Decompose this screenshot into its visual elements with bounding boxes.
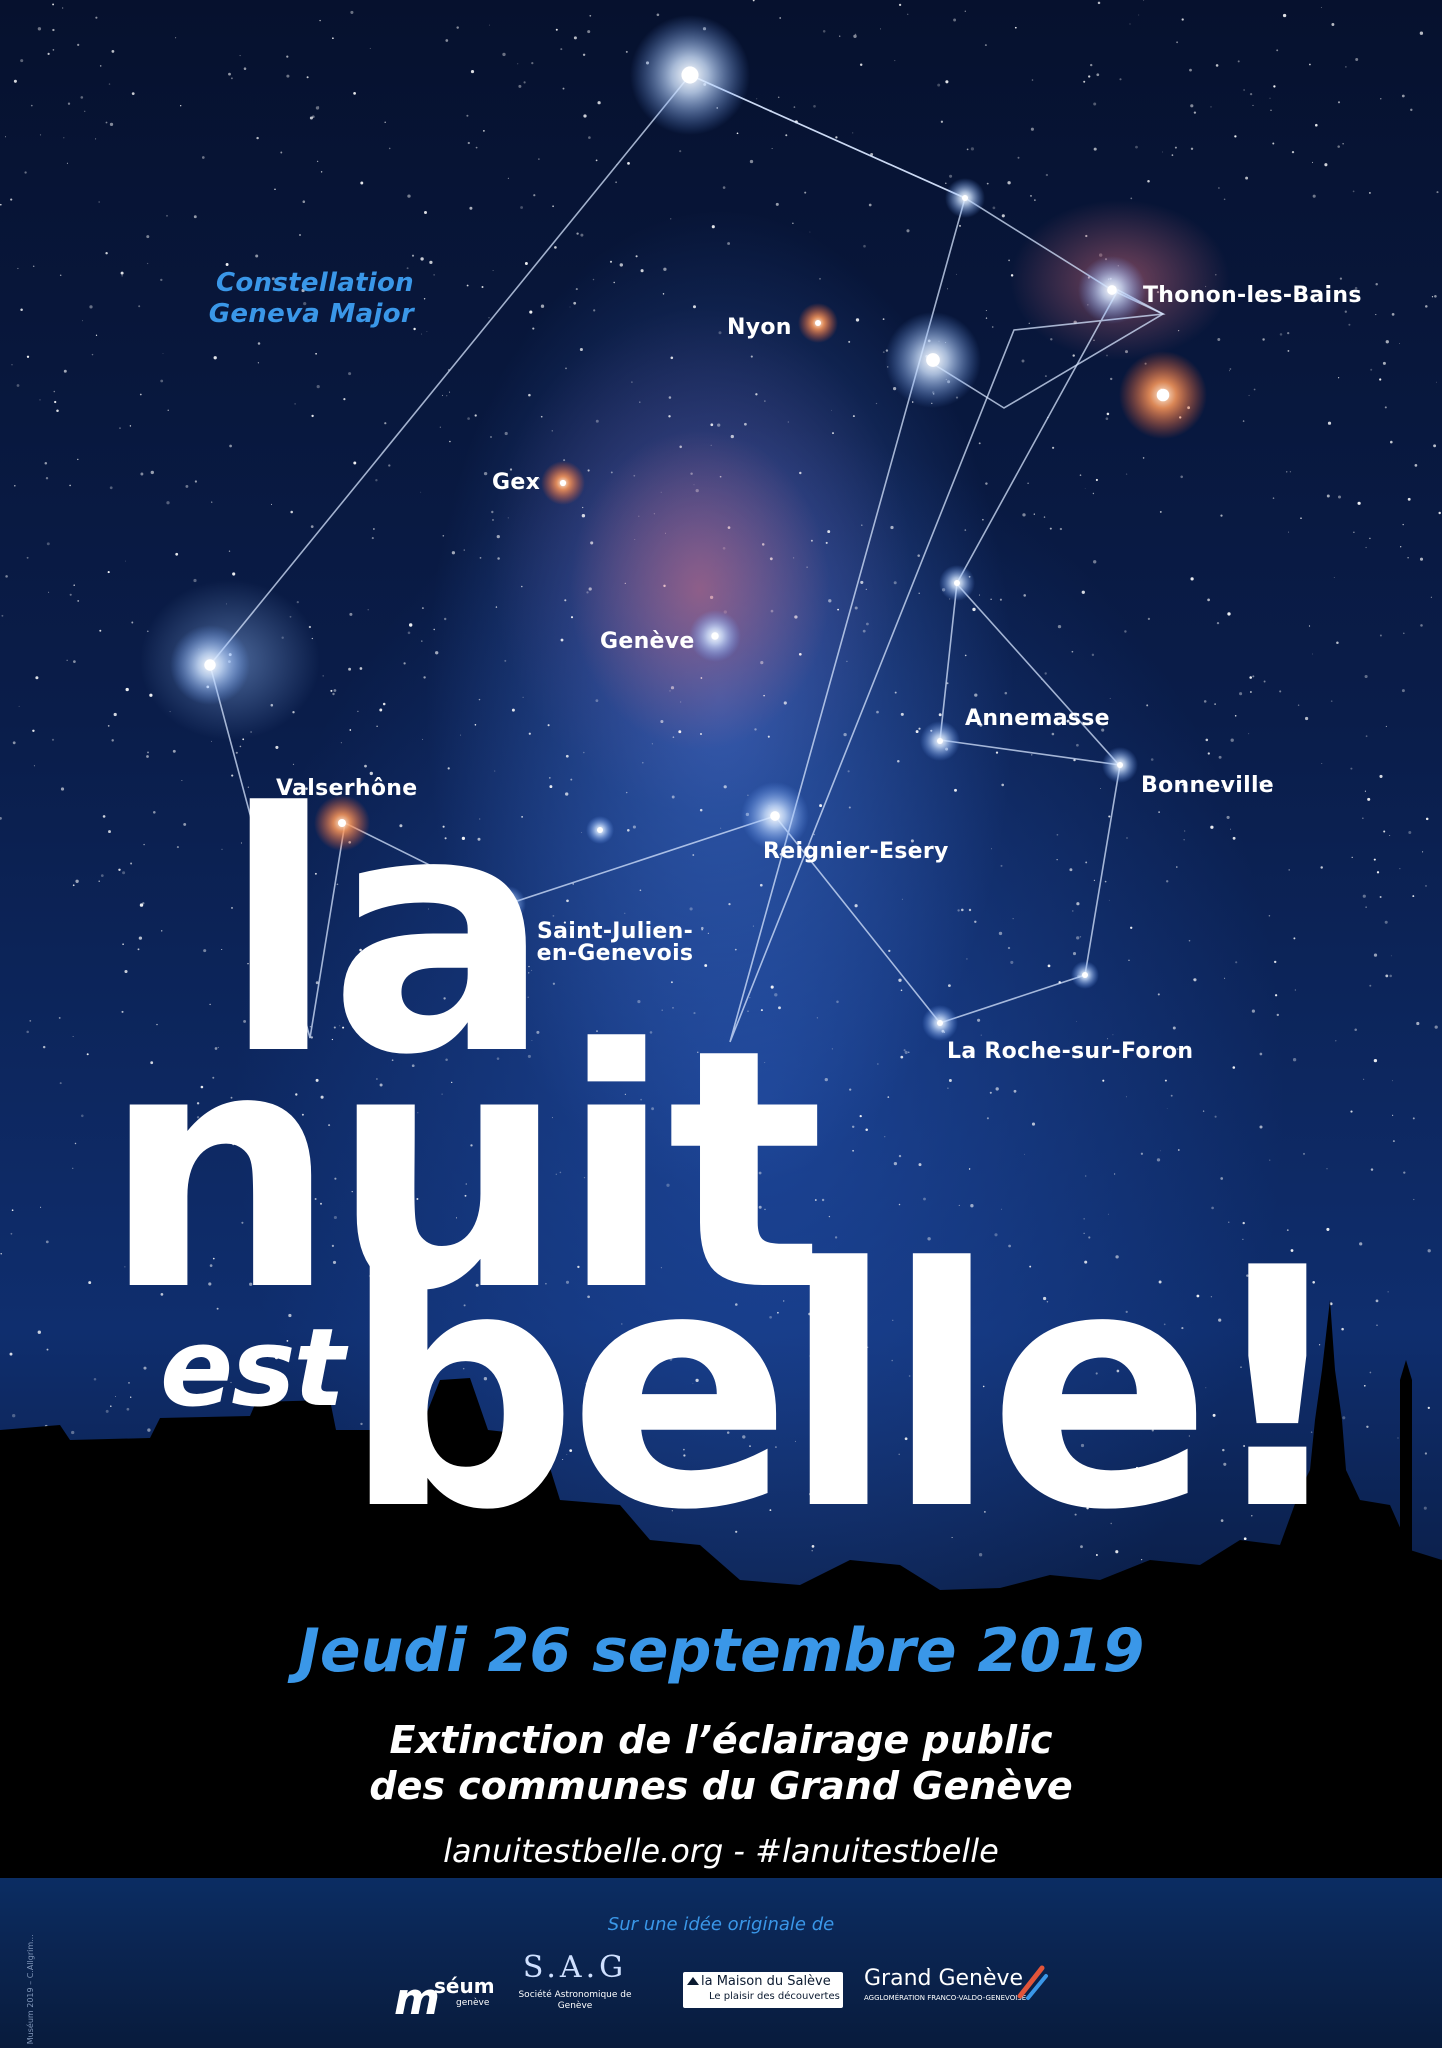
sag-logo-sub: Société Astronomique de Genève bbox=[518, 1990, 632, 2011]
museum-logo-sub: genève bbox=[456, 1998, 490, 2008]
maison-du-saleve-logo: la Maison du Salève Le plaisir des décou… bbox=[683, 1972, 843, 2008]
grand-geneve-logo-text: Grand Genève bbox=[864, 1966, 1024, 1991]
side-credit: © Muséum 2019 – C.Allgrim... bbox=[25, 1934, 35, 2048]
headline-belle: belle! bbox=[342, 1198, 1353, 1582]
saleve-logo-text: la Maison du Salève bbox=[701, 1974, 831, 1989]
footer-band bbox=[0, 1878, 1442, 2048]
sag-logo-text: S.A.G bbox=[522, 1950, 628, 1985]
poster: Constellation Geneva Major Nyon Thonon-l… bbox=[0, 0, 1442, 2048]
website-hashtag: lanuitestbelle.org - #lanuitestbelle bbox=[443, 1832, 999, 1870]
saleve-house-icon bbox=[687, 1977, 699, 1985]
grand-geneve-mark-icon bbox=[1017, 1965, 1048, 2000]
headline-est: est bbox=[160, 1306, 345, 1431]
saleve-logo-sub: Le plaisir des découvertes bbox=[709, 1991, 840, 2002]
museum-m-mark: m bbox=[394, 1974, 440, 2025]
description-line-1: Extinction de l’éclairage public bbox=[389, 1718, 1053, 1762]
event-date: Jeudi 26 septembre 2019 bbox=[297, 1616, 1145, 1686]
sag-logo: S.A.G Société Astronomique de Genève bbox=[500, 1950, 650, 2030]
museum-geneve-logo: m séum genève bbox=[394, 1968, 514, 2025]
description-line-2: des communes du Grand Genève bbox=[369, 1764, 1073, 1808]
grand-geneve-logo-sub: AGGLOMÉRATION FRANCO-VALDO-GENEVOISE bbox=[864, 1994, 1027, 2002]
museum-logo-text: séum bbox=[434, 1974, 495, 1998]
grand-geneve-logo: Grand Genève AGGLOMÉRATION FRANCO-VALDO-… bbox=[864, 1962, 1054, 2014]
credit-intro: Sur une idée originale de bbox=[607, 1914, 835, 1935]
